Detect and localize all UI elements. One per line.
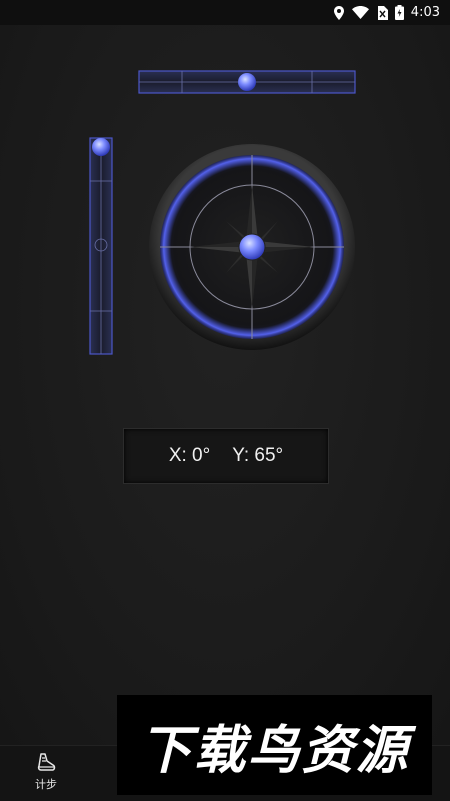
horizontal-bubble (238, 73, 256, 91)
watermark-text: 下载鸟资源 (139, 720, 410, 781)
shoe-icon (37, 753, 56, 771)
status-icons: 4:03 (333, 4, 440, 21)
y-angle-label: Y: 65° (232, 445, 284, 466)
horizontal-level (138, 70, 356, 94)
vertical-bubble (92, 138, 110, 156)
angle-readout: X: 0° Y: 65° (123, 428, 329, 484)
x-angle-label: X: 0° (168, 445, 211, 466)
wifi-icon (351, 6, 369, 19)
battery-charging-icon (394, 5, 404, 20)
circular-bubble (238, 233, 266, 261)
level-screen: X: 0° Y: 65° (0, 25, 450, 745)
circular-level (149, 144, 355, 350)
status-bar: 4:03 (0, 0, 450, 25)
nav-item-label: 计步 (35, 778, 57, 791)
nav-item-pedometer[interactable]: 计步 (26, 752, 66, 796)
status-time: 4:03 (410, 5, 440, 20)
watermark: 下载鸟资源 (117, 695, 432, 795)
vertical-level (89, 137, 113, 355)
location-icon (333, 5, 344, 20)
no-sim-icon (377, 5, 388, 20)
